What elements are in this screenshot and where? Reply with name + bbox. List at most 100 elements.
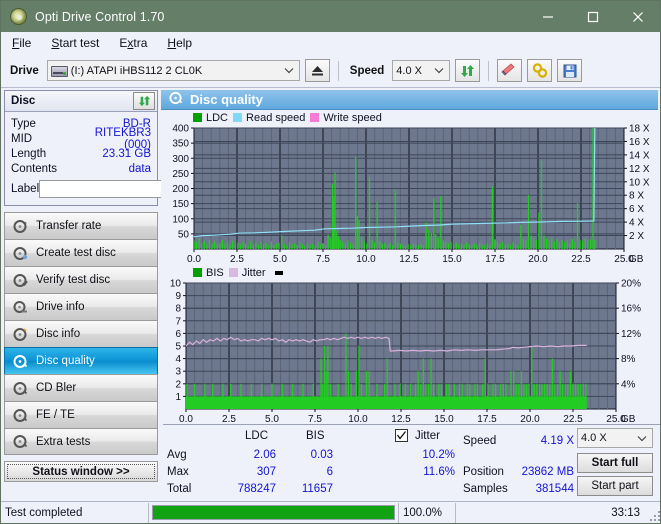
svg-text:7: 7 xyxy=(175,316,181,327)
ldc-chart-legend: LDC Read speed Write speed xyxy=(161,111,658,124)
start-full-button[interactable]: Start full xyxy=(577,453,653,473)
title-bar: Opti Drive Control 1.70 xyxy=(1,1,660,32)
close-button[interactable] xyxy=(615,1,660,32)
svg-text:300: 300 xyxy=(172,154,189,165)
jitter-checkbox[interactable] xyxy=(395,429,408,442)
sidebar-item-fe-te[interactable]: FE / TE xyxy=(4,401,158,428)
svg-text:1: 1 xyxy=(175,392,181,403)
disc-transfer-icon xyxy=(13,219,28,234)
maximize-button[interactable] xyxy=(570,1,615,32)
speed-select[interactable]: 4.0 X xyxy=(392,60,450,81)
svg-text:14 X: 14 X xyxy=(629,150,650,161)
stats-header-bis: BIS xyxy=(306,431,325,443)
svg-text:8: 8 xyxy=(175,304,181,315)
content-header: Disc quality xyxy=(161,90,658,110)
svg-text:5: 5 xyxy=(175,342,181,353)
minimize-button[interactable] xyxy=(525,1,570,32)
bis-jitter-chart[interactable]: 123456789104%8%12%16%20%0.02.55.07.510.0… xyxy=(161,279,658,425)
menu-bar: File Start test Extra Help xyxy=(1,32,660,54)
resize-grip-icon[interactable] xyxy=(649,510,660,521)
sidebar-item-verify-test-disc[interactable]: Verify test disc xyxy=(4,266,158,293)
svg-text:7.5: 7.5 xyxy=(316,254,330,264)
progress-bar xyxy=(152,505,395,520)
chart1-svg: 123456789104%8%12%16%20%0.02.55.07.510.0… xyxy=(161,279,658,425)
sidebar-item-create-test-disc[interactable]: Create test disc xyxy=(4,239,158,266)
legend-swatch-read-speed xyxy=(233,113,242,122)
svg-text:12.5: 12.5 xyxy=(399,254,419,264)
svg-text:12%: 12% xyxy=(621,329,641,340)
status-bar: Test completed 100.0% 33:13 xyxy=(1,501,661,523)
sidebar-item-cd-bler[interactable]: CD Bler xyxy=(4,374,158,401)
disc-info-rows: Type BD-R MID RITEKBR3 (000) Length 23.3… xyxy=(5,112,157,205)
sidebar-item-transfer-rate[interactable]: Transfer rate xyxy=(4,212,158,239)
menu-file[interactable]: File xyxy=(9,34,34,52)
disc-refresh-button[interactable] xyxy=(133,92,155,110)
drive-select[interactable]: (I:) ATAPI iHBS112 2 CL0K xyxy=(47,60,300,81)
sidebar-item-extra-tests[interactable]: Extra tests xyxy=(4,428,158,455)
svg-text:2 X: 2 X xyxy=(629,231,644,242)
legend-label: Write speed xyxy=(323,112,382,124)
sidebar-item-label: Create test disc xyxy=(36,247,116,259)
sidebar-item-drive-info[interactable]: Drive info xyxy=(4,293,158,320)
stats-bis-max: 6 xyxy=(273,467,333,479)
menu-help[interactable]: Help xyxy=(164,34,195,52)
svg-text:250: 250 xyxy=(172,169,189,180)
svg-text:400: 400 xyxy=(172,124,189,135)
svg-text:18 X: 18 X xyxy=(629,124,650,135)
sidebar-item-disc-info[interactable]: Disc info xyxy=(4,320,158,347)
legend-item-read-speed: Read speed xyxy=(233,112,305,124)
progress-percent: 100.0% xyxy=(398,503,456,523)
bis-chart-wrap: BIS Jitter 123456789104%8%12%16%20%0.02.… xyxy=(161,266,658,425)
sidebar: Disc Type BD-R MID RITE xyxy=(1,88,161,489)
sidebar-item-label: CD Bler xyxy=(36,382,76,394)
window-controls xyxy=(525,1,660,32)
app-window: Opti Drive Control 1.70 File Start test … xyxy=(0,0,661,524)
legend-swatch-bis xyxy=(193,268,202,277)
save-button[interactable] xyxy=(557,59,582,82)
page-title: Disc quality xyxy=(190,92,263,107)
svg-text:20.0: 20.0 xyxy=(528,254,548,264)
legend-item-write-speed: Write speed xyxy=(310,112,382,124)
sidebar-item-disc-quality[interactable]: Disc quality xyxy=(4,347,158,374)
disc-row-value: 23.31 GB xyxy=(73,148,151,160)
toolbar-divider xyxy=(338,61,339,81)
test-speed-value: 4.0 X xyxy=(581,432,634,444)
refresh-button[interactable] xyxy=(455,59,480,82)
menu-extra[interactable]: Extra xyxy=(116,34,150,52)
elapsed-time: 33:13 xyxy=(456,503,661,523)
disc-create-icon xyxy=(13,246,28,261)
toolbar: Drive (I:) ATAPI iHBS112 2 CL0K Speed 4.… xyxy=(1,54,660,88)
speed-select-value: 4.0 X xyxy=(396,65,431,77)
status-window-button[interactable]: Status window >> xyxy=(4,461,158,482)
stats-bis-avg: 0.03 xyxy=(273,450,333,462)
legend-label: Jitter xyxy=(242,267,266,279)
svg-text:20%: 20% xyxy=(621,279,641,290)
drive-label: Drive xyxy=(10,65,39,77)
svg-text:8 X: 8 X xyxy=(629,191,644,202)
sidebar-item-label: Transfer rate xyxy=(36,220,101,232)
menu-start-test[interactable]: Start test xyxy=(48,34,102,52)
start-part-button[interactable]: Start part xyxy=(577,476,653,496)
stats-ldc-avg: 2.06 xyxy=(208,450,276,462)
settings-button[interactable] xyxy=(527,59,552,82)
svg-text:12 X: 12 X xyxy=(629,164,650,175)
stats-ldc-total: 788247 xyxy=(208,484,276,496)
svg-text:6: 6 xyxy=(175,329,181,340)
legend-item-bis: BIS xyxy=(193,267,224,279)
legend-label: LDC xyxy=(206,112,228,124)
test-speed-select[interactable]: 4.0 X xyxy=(577,428,653,448)
svg-text:2.5: 2.5 xyxy=(230,254,244,264)
ldc-chart[interactable]: 501001502002503003504002 X4 X6 X8 X10 X1… xyxy=(161,124,658,264)
svg-text:6 X: 6 X xyxy=(629,204,644,215)
disc-row-key: Contents xyxy=(11,163,73,175)
speed-stat-label: Speed xyxy=(463,436,496,448)
svg-text:150: 150 xyxy=(172,199,189,210)
optical-drive-icon xyxy=(51,64,68,78)
svg-text:9: 9 xyxy=(175,291,181,302)
nav-list: Transfer rate Create test disc Verify te… xyxy=(4,212,158,455)
eraser-button[interactable] xyxy=(497,59,522,82)
sidebar-item-label: Disc quality xyxy=(36,355,95,367)
chevron-down-icon xyxy=(634,435,650,442)
eject-button[interactable] xyxy=(305,59,330,82)
chevron-down-icon xyxy=(281,67,297,74)
